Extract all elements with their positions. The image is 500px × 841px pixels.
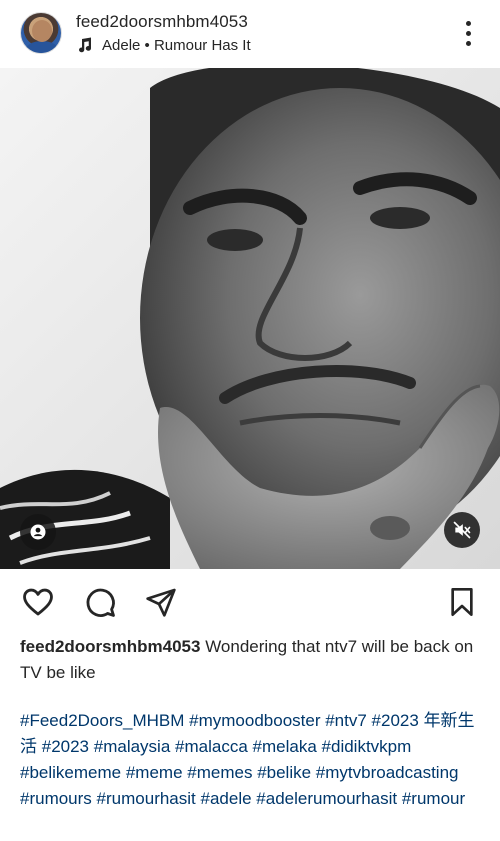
post-caption: feed2doorsmhbm4053 Wondering that ntv7 w… (20, 634, 486, 686)
share-button[interactable] (143, 584, 179, 620)
hashtag[interactable]: #rumours (20, 789, 92, 808)
tagged-users-button[interactable] (20, 514, 56, 550)
caption-username[interactable]: feed2doorsmhbm4053 (20, 637, 200, 656)
hashtag[interactable]: #rumour (402, 789, 465, 808)
avatar[interactable] (20, 12, 62, 54)
save-button[interactable] (444, 584, 480, 620)
hashtag[interactable]: #2023 (42, 737, 89, 756)
bookmark-icon (451, 588, 473, 616)
music-note-icon (79, 37, 91, 53)
hashtag[interactable]: #Feed2Doors_MHBM (20, 711, 184, 730)
comment-icon (86, 588, 115, 617)
hashtag[interactable]: #mymoodbooster (189, 711, 320, 730)
audio-link[interactable]: Adele • Rumour Has It (76, 36, 251, 54)
hashtag[interactable]: #malacca (175, 737, 248, 756)
avatar-face (32, 20, 52, 42)
audio-label: Adele • Rumour Has It (102, 36, 251, 54)
hashtag-list: #Feed2Doors_MHBM #mymoodbooster #ntv7 #2… (20, 708, 486, 812)
more-dot (465, 40, 471, 46)
more-options-button[interactable] (456, 18, 480, 48)
comment-button[interactable] (82, 584, 118, 620)
heart-icon (23, 588, 53, 616)
hashtag[interactable]: #melaka (253, 737, 317, 756)
more-vertical-icon (465, 20, 471, 26)
like-button[interactable] (20, 584, 56, 620)
more-dot (465, 30, 471, 36)
hashtag[interactable]: #adele (201, 789, 252, 808)
hashtag[interactable]: #mytvbroadcasting (316, 763, 459, 782)
post-image-art (0, 68, 500, 569)
hashtag[interactable]: #belike (257, 763, 311, 782)
mute-toggle[interactable] (444, 512, 480, 548)
send-icon (146, 588, 176, 617)
speaker-muted-icon (453, 521, 471, 539)
hashtag[interactable]: #didiktvkpm (322, 737, 412, 756)
avatar-shirt (25, 41, 59, 53)
hashtag[interactable]: #2023 (372, 711, 419, 730)
hashtag[interactable]: #memes (187, 763, 252, 782)
post-username[interactable]: feed2doorsmhbm4053 (76, 12, 248, 32)
user-tag-icon (30, 524, 46, 540)
hashtag[interactable]: #belikememe (20, 763, 121, 782)
post-header: feed2doorsmhbm4053 Adele • Rumour Has It (0, 0, 500, 68)
hashtag[interactable]: #adelerumourhasit (256, 789, 397, 808)
hashtag[interactable]: #ntv7 (325, 711, 367, 730)
action-bar (0, 580, 500, 624)
post-image[interactable] (0, 68, 500, 569)
hashtag[interactable]: #meme (126, 763, 183, 782)
hashtag[interactable]: #rumourhasit (97, 789, 196, 808)
hashtag[interactable]: #malaysia (94, 737, 171, 756)
